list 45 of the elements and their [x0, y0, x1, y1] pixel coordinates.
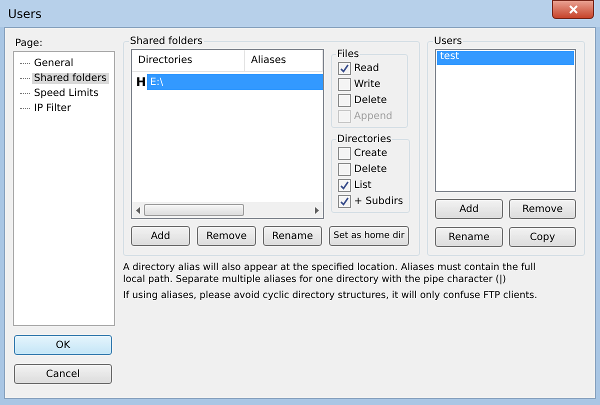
tree-item[interactable]: Shared folders: [32, 73, 109, 84]
scroll-right-arrow-icon[interactable]: [315, 206, 319, 214]
user-button[interactable]: Copy: [509, 227, 576, 247]
checkbox-label: Create: [354, 148, 388, 158]
user-button[interactable]: Remove: [509, 199, 576, 219]
checkbox-label: Read: [354, 62, 380, 74]
user-button[interactable]: Add: [435, 199, 503, 219]
close-icon: [568, 5, 578, 14]
checkbox-label: Write: [354, 78, 380, 90]
dialog-button[interactable]: OK: [14, 335, 112, 355]
folder-button[interactable]: Add: [131, 226, 190, 246]
checkbox-label: + Subdirs: [354, 196, 404, 206]
checkbox-label: Delete: [354, 94, 387, 106]
dialog-button[interactable]: Cancel: [14, 364, 112, 384]
help-text: A directory alias will also appear at the specified location. Aliases must contain the full local path. Separate multiple aliases for one directory with the pipe character (|): [123, 262, 537, 286]
scroll-left-arrow-icon[interactable]: [136, 206, 140, 214]
horizontal-scrollbar[interactable]: [132, 202, 323, 218]
group-title: Directories: [336, 134, 392, 145]
checkbox[interactable]: [338, 178, 351, 192]
group-title: Files: [336, 49, 360, 60]
column-header[interactable]: Aliases: [245, 50, 323, 71]
folder-button[interactable]: Set as home dir: [329, 226, 409, 246]
checkbox[interactable]: [338, 162, 351, 176]
checkbox-label: Delete: [354, 164, 387, 174]
checkbox[interactable]: [338, 78, 351, 90]
checkbox-label: List: [354, 180, 372, 190]
tree-item[interactable]: General: [32, 58, 76, 69]
window-title: Users: [8, 6, 42, 20]
checkbox[interactable]: [338, 146, 351, 160]
folder-button[interactable]: Rename: [263, 226, 322, 246]
checkbox-label: Append: [354, 110, 392, 122]
help-text: If using aliases, please avoid cyclic directory structures, it will only confuse FTP clients.: [123, 290, 538, 302]
page-label: Page:: [15, 38, 44, 49]
tree-item[interactable]: Speed Limits: [32, 88, 101, 99]
close-button[interactable]: [552, 0, 594, 19]
group-title: Shared folders: [129, 36, 204, 47]
user-button[interactable]: Rename: [435, 227, 503, 247]
tree-item[interactable]: IP Filter: [32, 103, 73, 114]
checkbox[interactable]: [338, 194, 351, 208]
group-title: Users: [433, 36, 464, 47]
column-header[interactable]: Directories: [132, 50, 245, 71]
home-marker: H: [136, 75, 147, 89]
checkbox[interactable]: [338, 94, 351, 106]
checkbox[interactable]: [338, 62, 351, 74]
folder-button[interactable]: Remove: [197, 226, 256, 246]
